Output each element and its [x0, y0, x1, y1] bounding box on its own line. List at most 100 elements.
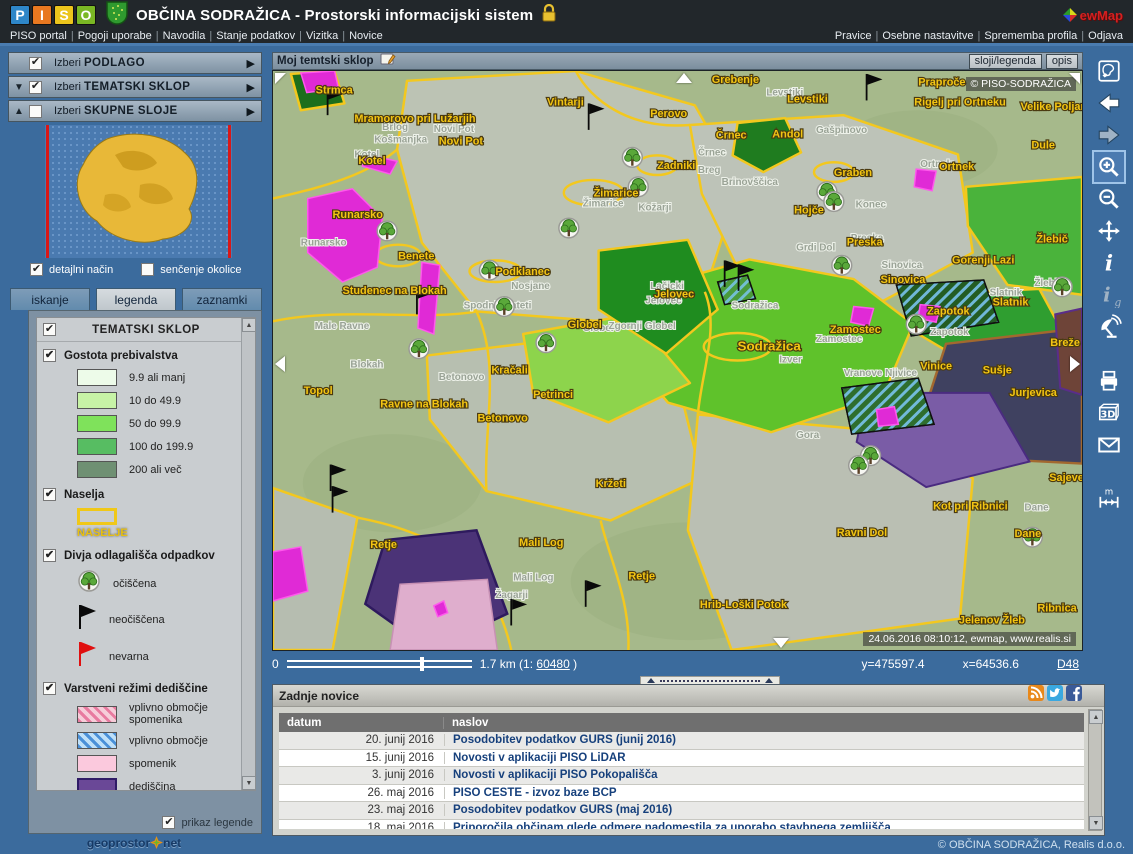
piso-letter: P — [10, 5, 30, 25]
layer-checkbox[interactable] — [29, 81, 42, 94]
news-scrollbar[interactable]: ▲ ▼ — [1088, 709, 1102, 831]
tab-iskanje[interactable]: iskanje — [10, 288, 90, 310]
overview-map-thumbnail[interactable] — [45, 125, 232, 258]
pan-south-icon[interactable] — [773, 638, 789, 648]
cleaned-dump-tree-icon[interactable] — [849, 456, 869, 476]
footer-copyright: © OBČINA SODRAŽICA, Realis d.o.o. — [938, 839, 1125, 851]
menu-link-stanje-podatkov[interactable]: Stanje podatkov — [216, 30, 295, 42]
cleaned-dump-tree-icon[interactable] — [824, 192, 844, 212]
scroll-down-icon[interactable]: ▼ — [1089, 816, 1103, 830]
legend-header-checkbox[interactable] — [43, 323, 56, 336]
dropdown-podlago[interactable]: Izberi PODLAGO▶ — [8, 52, 262, 74]
tab-zaznamki[interactable]: zaznamki — [182, 288, 262, 310]
cleaned-dump-tree-icon[interactable] — [409, 339, 429, 359]
rss-icon[interactable] — [1028, 685, 1044, 706]
map-place-label: Žlebič — [1036, 233, 1068, 246]
detail-mode-checkbox[interactable] — [30, 263, 43, 276]
menu-link-piso-portal[interactable]: PISO portal — [10, 30, 67, 42]
zoom-in-icon[interactable] — [1094, 152, 1124, 182]
gps-icon[interactable] — [1094, 312, 1124, 342]
scroll-down-icon[interactable]: ▼ — [242, 776, 256, 790]
pan-north-icon[interactable] — [676, 73, 692, 83]
news-link[interactable]: PISO CESTE - izvoz baze BCP — [444, 787, 1084, 799]
cleaned-dump-tree-icon[interactable] — [559, 218, 579, 238]
cleaned-dump-tree-icon[interactable] — [494, 297, 514, 317]
cleaned-dump-tree-icon[interactable] — [832, 255, 852, 275]
cleaned-dump-tree-icon[interactable] — [536, 333, 556, 353]
news-row: 20. junij 2016Posodobitev podatkov GURS … — [279, 732, 1084, 750]
expander-icon[interactable]: ▲ — [9, 106, 29, 117]
pan-northeast-icon[interactable] — [1069, 73, 1080, 84]
measure-icon[interactable]: m — [1094, 484, 1124, 514]
zoom-out-icon[interactable] — [1094, 184, 1124, 214]
geoprostor-logo[interactable]: geoprostornet — [0, 836, 268, 850]
tree-icon — [77, 569, 101, 598]
hatch-swatch — [77, 732, 117, 749]
cleaned-dump-tree-icon[interactable] — [1052, 277, 1072, 297]
pan-northwest-icon[interactable] — [275, 73, 286, 84]
map-place-label: Slatnik — [993, 297, 1030, 309]
cleaned-dump-tree-icon[interactable] — [906, 314, 926, 334]
menu-link-sprememba-profila[interactable]: Sprememba profila — [984, 30, 1077, 42]
expander-icon[interactable]: ▼ — [9, 82, 29, 93]
scroll-up-icon[interactable]: ▲ — [1089, 710, 1103, 724]
cleaned-dump-tree-icon[interactable] — [622, 148, 642, 168]
section-checkbox[interactable] — [43, 349, 56, 362]
scroll-up-icon[interactable]: ▲ — [242, 318, 256, 332]
menu-link-novice[interactable]: Novice — [349, 30, 383, 42]
view-3d-icon[interactable]: 3D — [1094, 398, 1124, 428]
layers-legend-button[interactable]: sloji/legenda — [969, 54, 1042, 69]
section-checkbox[interactable] — [43, 682, 56, 695]
section-checkbox[interactable] — [43, 488, 56, 501]
news-link[interactable]: Priporočila občinam glede odmere nadomes… — [444, 822, 1084, 829]
facebook-icon[interactable] — [1066, 685, 1082, 706]
chevron-right-icon[interactable]: ▶ — [247, 81, 255, 94]
datum-link[interactable]: D48 — [1057, 657, 1079, 671]
legend-scrollbar[interactable]: ▲ ▼ — [241, 318, 255, 790]
tab-legenda[interactable]: legenda — [96, 288, 176, 310]
menu-link-pogoji-uporabe[interactable]: Pogoji uporabe — [78, 30, 152, 42]
news-link[interactable]: Novosti v aplikaciji PISO LiDAR — [444, 752, 1084, 764]
show-legend-checkbox[interactable] — [162, 816, 175, 829]
chevron-right-icon[interactable]: ▶ — [247, 105, 255, 118]
menu-link-osebne-nastavitve[interactable]: Osebne nastavitve — [882, 30, 973, 42]
edit-icon[interactable] — [380, 52, 396, 71]
news-link[interactable]: Posodobitev podatkov GURS (junij 2016) — [444, 734, 1084, 746]
app-title: OBČINA SODRAŽICA - Prostorski informacij… — [136, 7, 533, 24]
map-place-label: Velike Poljane — [1020, 101, 1082, 113]
menu-link-navodila[interactable]: Navodila — [163, 30, 206, 42]
menu-link-pravice[interactable]: Pravice — [835, 30, 872, 42]
scale-value-link[interactable]: 60480 — [536, 657, 569, 671]
info-icon[interactable]: i — [1094, 248, 1124, 278]
description-button[interactable]: opis — [1046, 54, 1078, 69]
menu-link-vizitka[interactable]: Vizitka — [306, 30, 338, 42]
chevron-right-icon[interactable]: ▶ — [247, 57, 255, 70]
history-back-icon[interactable] — [1094, 88, 1124, 118]
layer-checkbox[interactable] — [29, 105, 42, 118]
history-forward-icon[interactable] — [1094, 120, 1124, 150]
dropdown-tematski-sklop[interactable]: ▼Izberi TEMATSKI SKLOP▶ — [8, 76, 262, 98]
dropdown-skupne-sloje[interactable]: ▲Izberi SKUPNE SLOJE▶ — [8, 100, 262, 122]
svg-text:g: g — [1114, 296, 1121, 308]
coord-y: y=475597.4 — [862, 657, 925, 671]
cleaned-dump-tree-icon[interactable] — [377, 221, 397, 241]
info-group-icon[interactable]: ig — [1094, 280, 1124, 310]
news-link[interactable]: Posodobitev podatkov GURS (maj 2016) — [444, 804, 1084, 816]
overview-map-icon[interactable] — [1094, 56, 1124, 86]
scale-slider[interactable] — [287, 660, 472, 668]
print-icon[interactable] — [1094, 366, 1124, 396]
map-minor-label: Blokah — [350, 359, 383, 370]
news-link[interactable]: Novosti v aplikaciji PISO Pokopališča — [444, 769, 1084, 781]
scale-slider-handle[interactable] — [420, 657, 424, 671]
shading-checkbox[interactable] — [141, 263, 154, 276]
pan-east-icon[interactable] — [1070, 356, 1080, 372]
menu-link-odjava[interactable]: Odjava — [1088, 30, 1123, 42]
section-checkbox[interactable] — [43, 549, 56, 562]
mail-icon[interactable] — [1094, 430, 1124, 460]
pan-west-icon[interactable] — [275, 356, 285, 372]
map-canvas[interactable]: BrlogNovi PotKošmanjkaKotelRunarskoMale … — [272, 70, 1083, 651]
twitter-icon[interactable] — [1047, 685, 1063, 706]
pan-icon[interactable] — [1094, 216, 1124, 246]
map-place-label: Sušje — [983, 364, 1012, 376]
layer-checkbox[interactable] — [29, 57, 42, 70]
